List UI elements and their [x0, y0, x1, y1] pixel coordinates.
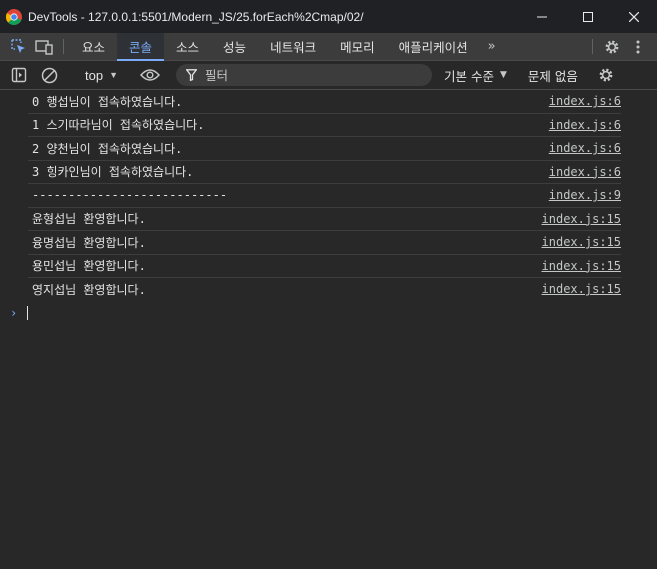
- console-message: 1 스기따라님이 접속하였습니다. index.js:6: [28, 114, 621, 137]
- inspect-icon: [10, 39, 25, 53]
- inspect-element-button[interactable]: [5, 33, 31, 60]
- close-button[interactable]: [611, 0, 657, 33]
- maximize-icon: [583, 11, 593, 22]
- message-text: 영지섭님 환영합니다.: [32, 282, 146, 297]
- message-text: 0 행섭님이 접속하였습니다.: [32, 94, 183, 109]
- source-link[interactable]: index.js:6: [549, 165, 621, 179]
- kebab-menu-icon: [636, 40, 640, 53]
- context-selector[interactable]: top ▼: [79, 68, 124, 83]
- chrome-logo-icon: [6, 8, 22, 25]
- window-title: DevTools - 127.0.0.1:5501/Modern_JS/25.f…: [28, 9, 364, 24]
- clear-icon: [41, 67, 57, 83]
- gear-icon: [605, 40, 619, 53]
- caret-down-icon: ▼: [499, 70, 507, 80]
- console-prompt[interactable]: ›: [10, 301, 657, 325]
- text-cursor: [27, 305, 29, 320]
- console-toolbar: top ▼ 기본 수준 ▼ 문제 없음: [0, 61, 657, 90]
- message-text: 윤형섭님 환영합니다.: [32, 212, 146, 227]
- caret-down-icon: ▼: [109, 70, 118, 80]
- issues-counter[interactable]: 문제 없음: [520, 66, 586, 85]
- toggle-sidebar-button[interactable]: [6, 61, 32, 89]
- chevron-double-right-icon: »: [487, 39, 496, 54]
- source-link[interactable]: index.js:15: [542, 282, 621, 296]
- eye-icon: [140, 69, 160, 81]
- console-message: 2 양천님이 접속하였습니다. index.js:6: [28, 137, 621, 161]
- console-message: 0 행섭님이 접속하였습니다. index.js:6: [28, 90, 621, 114]
- more-tabs-button[interactable]: »: [480, 33, 504, 60]
- console-message: 융명섭님 환영합니다. index.js:15: [28, 231, 621, 255]
- source-link[interactable]: index.js:15: [542, 235, 621, 249]
- tab-elements[interactable]: 요소: [70, 33, 117, 60]
- tab-performance[interactable]: 성능: [211, 33, 258, 60]
- source-link[interactable]: index.js:6: [549, 118, 621, 132]
- console-message: 용민섭님 환영합니다. index.js:15: [28, 255, 621, 278]
- source-link[interactable]: index.js:15: [542, 212, 621, 226]
- source-link[interactable]: index.js:15: [542, 259, 621, 273]
- console-message: 윤형섭님 환영합니다. index.js:15: [28, 208, 621, 231]
- prompt-chevron-icon: ›: [10, 305, 18, 320]
- console-message: 영지섭님 환영합니다. index.js:15: [28, 278, 621, 301]
- divider: [592, 39, 593, 54]
- filter-input[interactable]: [203, 66, 407, 84]
- maximize-button[interactable]: [565, 0, 611, 33]
- console-settings-button[interactable]: [593, 61, 619, 89]
- divider: [63, 39, 64, 54]
- device-icon: [35, 39, 53, 55]
- tab-application[interactable]: 애플리케이션: [387, 33, 480, 60]
- filter-box: [176, 64, 432, 86]
- message-text: 용민섭님 환영합니다.: [32, 259, 146, 274]
- tab-memory[interactable]: 메모리: [328, 33, 387, 60]
- tab-sources[interactable]: 소스: [164, 33, 211, 60]
- source-link[interactable]: index.js:9: [549, 188, 621, 202]
- sidebar-icon: [11, 67, 27, 83]
- console-message: --------------------------- index.js:9: [28, 184, 621, 208]
- close-icon: [629, 11, 639, 22]
- source-link[interactable]: index.js:6: [549, 94, 621, 108]
- message-text: 2 양천님이 접속하였습니다.: [32, 141, 183, 156]
- clear-console-button[interactable]: [36, 61, 62, 89]
- settings-button[interactable]: [599, 33, 625, 60]
- console-message: 3 힝카인님이 접속하였습니다. index.js:6: [28, 161, 621, 184]
- message-text: 융명섭님 환영합니다.: [32, 235, 146, 250]
- customize-menu-button[interactable]: [625, 33, 651, 60]
- minimize-icon: [537, 16, 547, 17]
- gear-icon: [599, 68, 613, 82]
- devtools-tabbar: 요소 콘솔 소스 성능 네트워크 메모리 애플리케이션 »: [0, 33, 657, 61]
- filter-icon: [186, 69, 197, 81]
- device-toolbar-button[interactable]: [31, 33, 57, 60]
- tab-console[interactable]: 콘솔: [117, 33, 165, 61]
- minimize-button[interactable]: [519, 0, 565, 33]
- message-text: 3 힝카인님이 접속하였습니다.: [32, 165, 194, 180]
- source-link[interactable]: index.js:6: [549, 141, 621, 155]
- context-label: top: [85, 67, 104, 83]
- log-levels-label: 기본 수준: [444, 68, 494, 84]
- message-text: ---------------------------: [32, 188, 228, 203]
- message-text: 1 스기따라님이 접속하였습니다.: [32, 118, 205, 133]
- console-output: 0 행섭님이 접속하였습니다. index.js:6 1 스기따라님이 접속하였…: [0, 90, 657, 325]
- live-expression-button[interactable]: [137, 61, 163, 89]
- window-titlebar: DevTools - 127.0.0.1:5501/Modern_JS/25.f…: [0, 0, 657, 33]
- log-levels-dropdown[interactable]: 기본 수준 ▼: [436, 66, 515, 85]
- tab-network[interactable]: 네트워크: [258, 33, 328, 60]
